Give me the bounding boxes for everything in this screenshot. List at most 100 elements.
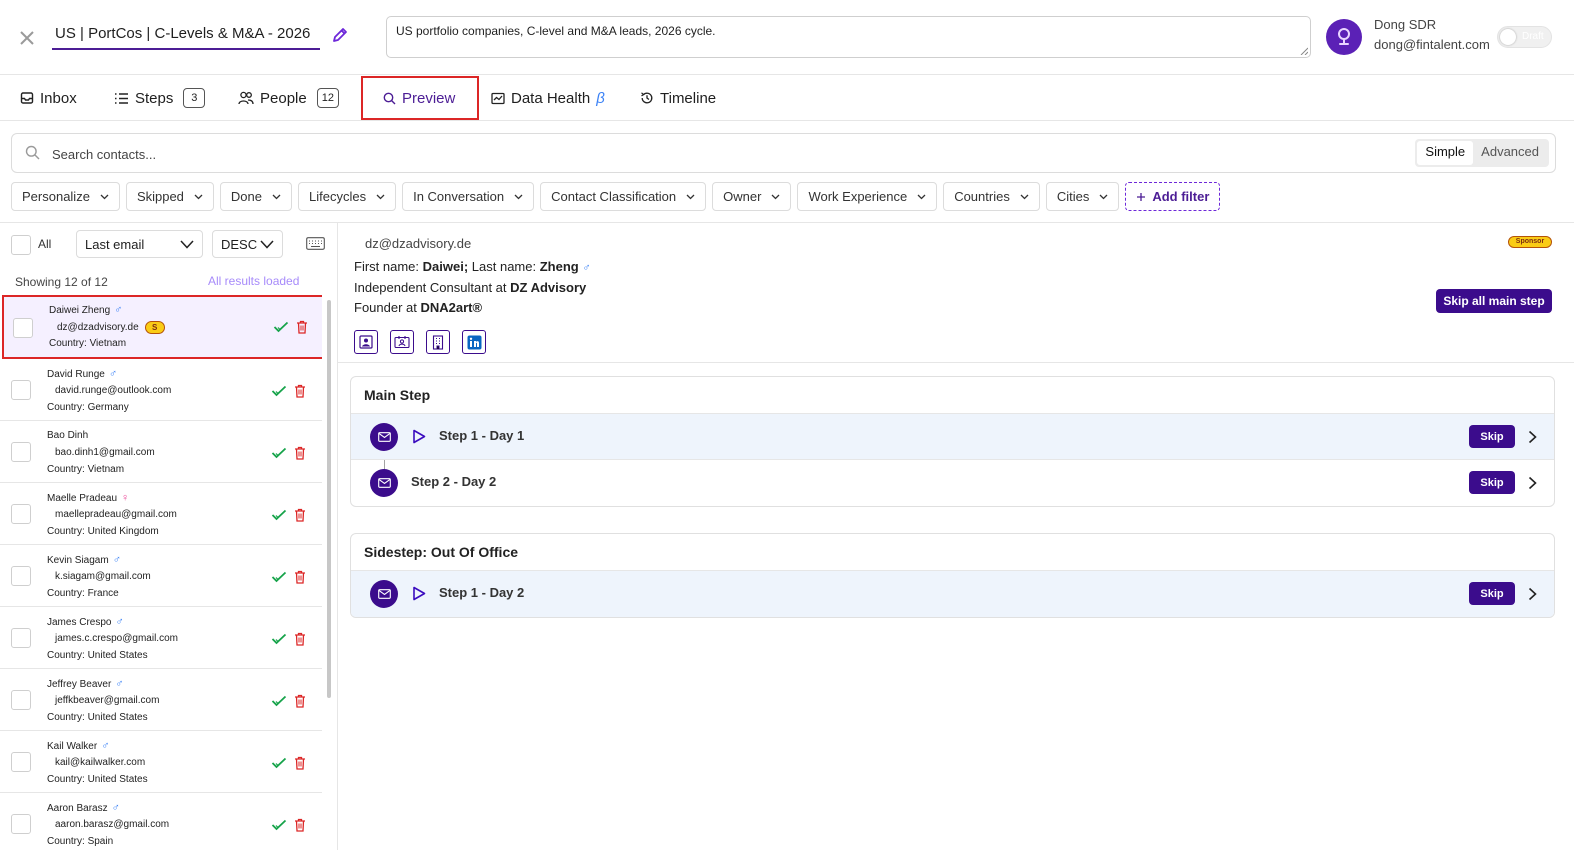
contact-country: Country: Germany xyxy=(47,402,129,413)
tab-inbox[interactable]: Inbox xyxy=(20,76,77,120)
filter-work-experience[interactable]: Work Experience xyxy=(797,182,938,211)
contact-row[interactable]: Daiwei Zheng ♂ dz@dzadvisory.de S Country:… xyxy=(2,295,322,359)
check-icon[interactable] xyxy=(271,633,287,645)
contact-checkbox[interactable] xyxy=(11,814,31,834)
filter-countries[interactable]: Countries xyxy=(943,182,1040,211)
filter-done[interactable]: Done xyxy=(219,182,292,211)
keyboard-icon[interactable] xyxy=(306,237,325,250)
contact-email: k.siagam@gmail.com xyxy=(55,571,151,582)
filter-skipped[interactable]: Skipped xyxy=(125,182,214,211)
campaign-description-field[interactable]: US portfolio companies, C-level and M&A … xyxy=(386,16,1311,58)
select-all-checkbox[interactable] xyxy=(11,235,31,255)
chevron-right-icon[interactable] xyxy=(1528,476,1537,490)
step-row[interactable]: Step 2 - Day 2 Skip xyxy=(351,460,1554,506)
contact-checkbox[interactable] xyxy=(11,566,31,586)
trash-icon[interactable] xyxy=(294,818,306,832)
draft-toggle[interactable]: Draft xyxy=(1497,26,1552,48)
contact-row[interactable]: Bao Dinh bao.dinh1@gmail.com Country: Vi… xyxy=(0,421,322,483)
add-filter-label: Add filter xyxy=(1152,189,1210,204)
female-gender-icon: ♀ xyxy=(121,492,130,504)
mode-simple-button[interactable]: Simple xyxy=(1417,141,1474,165)
check-icon[interactable] xyxy=(271,385,287,397)
contact-row[interactable]: Kevin Siagam ♂ k.siagam@gmail.com Country… xyxy=(0,545,322,607)
check-icon[interactable] xyxy=(271,695,287,707)
check-icon[interactable] xyxy=(271,757,287,769)
tab-people[interactable]: People 12 xyxy=(238,76,339,120)
tab-timeline[interactable]: Timeline xyxy=(640,76,716,120)
edit-pencil-icon[interactable] xyxy=(330,25,350,45)
trash-icon[interactable] xyxy=(294,632,306,646)
chevron-right-icon[interactable] xyxy=(1528,430,1537,444)
contact-checkbox[interactable] xyxy=(11,628,31,648)
step-label: Step 1 - Day 2 xyxy=(439,585,525,600)
tab-steps[interactable]: Steps 3 xyxy=(114,76,206,120)
email-step-icon xyxy=(370,469,398,497)
chevron-right-icon[interactable] xyxy=(1528,587,1537,601)
contact-country: Country: Vietnam xyxy=(47,464,125,475)
filter-contact-classification[interactable]: Contact Classification xyxy=(540,182,707,211)
filter-owner[interactable]: Owner xyxy=(712,182,792,211)
contact-checkbox[interactable] xyxy=(11,442,31,462)
profile-photo-icon[interactable] xyxy=(354,330,378,354)
contact-checkbox[interactable] xyxy=(11,752,31,772)
close-icon[interactable] xyxy=(16,27,38,49)
list-scrollbar[interactable] xyxy=(327,300,331,698)
search-input[interactable] xyxy=(52,143,952,165)
check-icon[interactable] xyxy=(273,321,289,333)
sort-field-select[interactable]: Last email xyxy=(76,230,203,258)
filter-cities[interactable]: Cities xyxy=(1045,182,1120,211)
contact-row[interactable]: James Crespo ♂ james.c.crespo@gmail.com C… xyxy=(0,607,322,669)
contact-card-icon[interactable] xyxy=(390,330,414,354)
contact-checkbox[interactable] xyxy=(11,690,31,710)
mode-advanced-button[interactable]: Advanced xyxy=(1473,141,1547,165)
filter-lifecycles[interactable]: Lifecycles xyxy=(298,182,397,211)
check-icon[interactable] xyxy=(271,819,287,831)
toggle-knob xyxy=(1500,29,1516,45)
contact-checkbox[interactable] xyxy=(11,504,31,524)
filter-label: Work Experience xyxy=(808,189,908,204)
search-icon xyxy=(25,145,40,160)
skip-step-button[interactable]: Skip xyxy=(1469,582,1515,605)
tab-data-health[interactable]: Data Health β xyxy=(491,76,605,120)
contact-row[interactable]: Jeffrey Beaver ♂ jeffkbeaver@gmail.com Co… xyxy=(0,669,322,731)
filter-personalize[interactable]: Personalize xyxy=(11,182,120,211)
contact-row[interactable]: Maelle Pradeau ♀ maellepradeau@gmail.com … xyxy=(0,483,322,545)
trash-icon[interactable] xyxy=(294,508,306,522)
trash-icon[interactable] xyxy=(296,320,308,334)
trash-icon[interactable] xyxy=(294,756,306,770)
skip-all-main-step-button[interactable]: Skip all main step xyxy=(1436,289,1552,313)
contact-checkbox[interactable] xyxy=(13,318,33,338)
sort-field-value: Last email xyxy=(85,236,145,252)
trash-icon[interactable] xyxy=(294,570,306,584)
step-row[interactable]: Step 1 - Day 2 Skip xyxy=(351,571,1554,617)
contact-row[interactable]: Kail Walker ♂ kail@kailwalker.com Country… xyxy=(0,731,322,793)
resize-handle-icon[interactable] xyxy=(1300,47,1308,55)
tab-preview[interactable]: Preview xyxy=(361,76,480,120)
linkedin-icon[interactable] xyxy=(462,330,486,354)
building-icon[interactable] xyxy=(426,330,450,354)
filter-in-conversation[interactable]: In Conversation xyxy=(402,182,535,211)
filter-label: Contact Classification xyxy=(551,189,677,204)
check-icon[interactable] xyxy=(271,509,287,521)
campaign-title-field[interactable]: US | PortCos | C-Levels & M&A - 2026 xyxy=(52,20,320,50)
sidestep-title: Sidestep: Out Of Office xyxy=(351,534,1554,571)
contact-email-text: k.siagam@gmail.com xyxy=(55,571,151,582)
step-row[interactable]: Step 1 - Day 1 Skip xyxy=(351,414,1554,460)
contact-checkbox[interactable] xyxy=(11,380,31,400)
sort-direction-select[interactable]: DESC xyxy=(212,230,283,258)
check-icon[interactable] xyxy=(271,571,287,583)
avatar[interactable] xyxy=(1326,19,1362,55)
search-bar: Simple Advanced xyxy=(11,133,1556,173)
trash-icon[interactable] xyxy=(294,446,306,460)
skip-step-button[interactable]: Skip xyxy=(1469,471,1515,494)
sponsor-s-badge: S xyxy=(144,321,165,334)
check-icon[interactable] xyxy=(271,447,287,459)
user-name: Dong SDR xyxy=(1374,17,1437,32)
trash-icon[interactable] xyxy=(294,694,306,708)
add-filter-button[interactable]: Add filter xyxy=(1125,182,1221,211)
skip-step-button[interactable]: Skip xyxy=(1469,425,1515,448)
contact-row[interactable]: David Runge ♂ david.runge@outlook.com Cou… xyxy=(0,359,322,421)
contact-email: dz@dzadvisory.de S xyxy=(57,321,165,334)
contact-row[interactable]: Aaron Barasz ♂ aaron.barasz@gmail.com Cou… xyxy=(0,793,322,850)
trash-icon[interactable] xyxy=(294,384,306,398)
